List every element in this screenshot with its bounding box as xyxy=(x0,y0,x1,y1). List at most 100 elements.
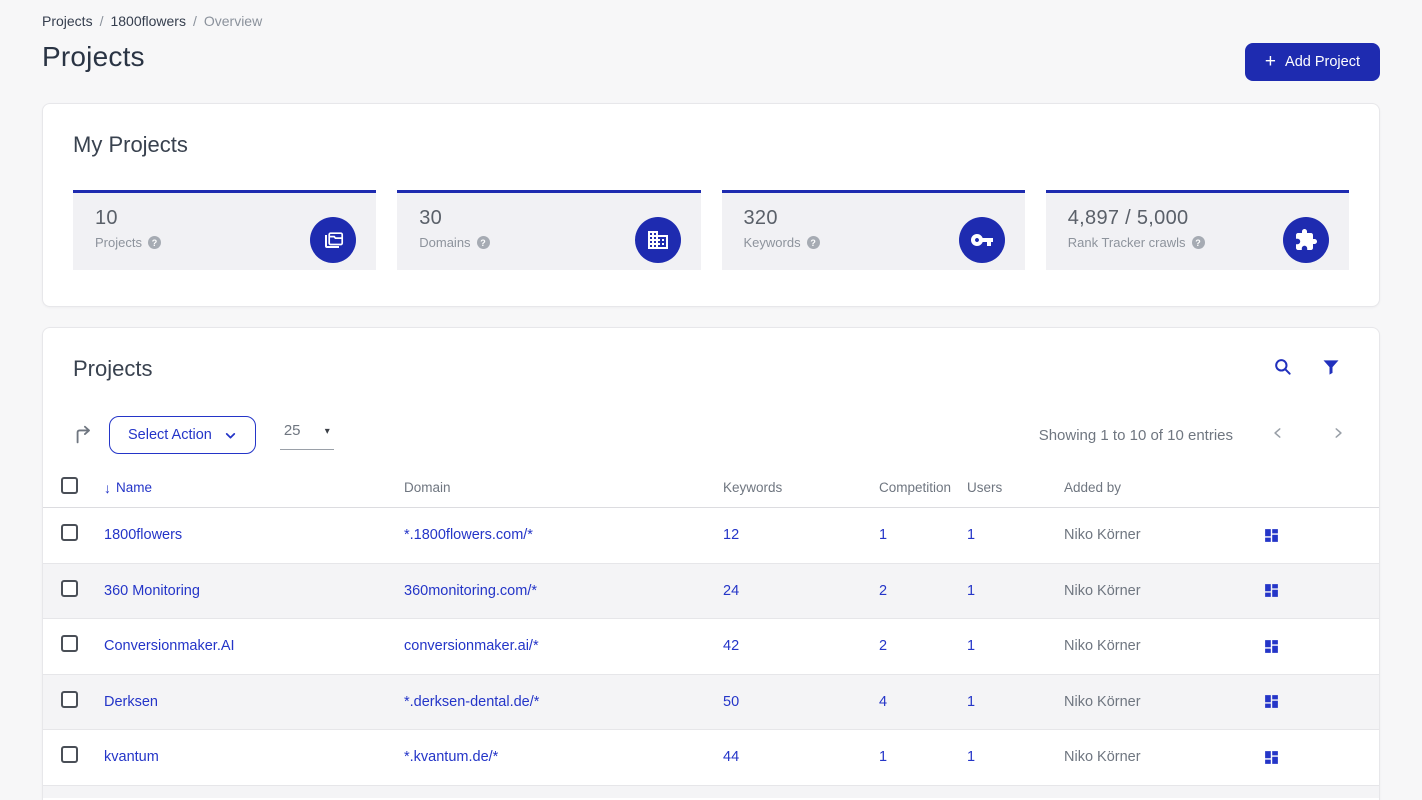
column-header-name[interactable]: ↓ Name xyxy=(104,480,404,496)
project-domain-link[interactable]: *.derksen-dental.de/* xyxy=(404,694,539,710)
stat-label: Keywords xyxy=(743,235,801,250)
table-row: Derksen *.derksen-dental.de/* 50 4 1 Nik… xyxy=(43,674,1379,730)
added-by: Niko Körner xyxy=(1064,582,1141,599)
dashboard-icon[interactable] xyxy=(1263,527,1379,544)
stat-card-keywords: 320 Keywords ? xyxy=(721,190,1025,270)
row-checkbox[interactable] xyxy=(61,746,78,764)
added-by: Niko Körner xyxy=(1064,749,1141,766)
dashboard-icon[interactable] xyxy=(1263,749,1379,766)
plus-icon: + xyxy=(1264,50,1277,72)
keywords-count: 44 xyxy=(723,749,740,766)
table-row: 360 Monitoring 360monitoring.com/* 24 2 … xyxy=(43,563,1379,619)
stat-card-projects: 10 Projects ? xyxy=(73,190,377,270)
project-domain-link[interactable]: 360monitoring.com/* xyxy=(404,583,537,599)
users-count: 1 xyxy=(967,693,976,710)
keywords-count: 24 xyxy=(723,582,740,599)
table-row: Conversionmaker.AI conversionmaker.ai/* … xyxy=(43,619,1379,675)
select-action-label: Select Action xyxy=(128,427,212,443)
table-toolbar: Select Action 25 ▾ Showing 1 to 10 of 10… xyxy=(73,416,1349,454)
competition-count: 4 xyxy=(879,693,888,710)
project-domain-link[interactable]: *.kvantum.de/* xyxy=(404,749,498,765)
page-size-select[interactable]: 25 ▾ xyxy=(279,420,334,450)
row-checkbox[interactable] xyxy=(61,524,78,542)
stat-value: 320 xyxy=(743,207,778,229)
table-header-row: ↓ Name Domain Keywords Competition Users… xyxy=(43,468,1379,508)
select-action-dropdown[interactable]: Select Action xyxy=(109,416,256,454)
row-checkbox[interactable] xyxy=(61,690,78,708)
projects-table-title: Projects xyxy=(73,356,153,381)
project-domain-link[interactable]: *.1800flowers.com/* xyxy=(404,527,533,543)
breadcrumb-separator: / xyxy=(192,13,197,29)
project-name-link[interactable]: Derksen xyxy=(104,694,158,710)
project-name-link[interactable]: Conversionmaker.AI xyxy=(104,638,235,654)
column-header-keywords[interactable]: Keywords xyxy=(723,480,879,495)
row-checkbox[interactable] xyxy=(61,579,78,597)
project-name-link[interactable]: kvantum xyxy=(104,749,159,765)
column-header-domain[interactable]: Domain xyxy=(404,480,723,495)
stat-card-domains: 30 Domains ? xyxy=(397,190,701,270)
dropdown-caret-icon: ▾ xyxy=(324,426,330,437)
added-by: Niko Körner xyxy=(1064,527,1141,544)
keywords-count: 50 xyxy=(723,693,740,710)
projects-folders-icon xyxy=(310,217,357,263)
column-header-users[interactable]: Users xyxy=(967,480,1064,495)
puzzle-icon xyxy=(1283,217,1329,263)
page-title: Projects xyxy=(42,41,145,72)
breadcrumb-1800flowers[interactable]: 1800flowers xyxy=(110,13,186,29)
project-domain-link[interactable]: conversionmaker.ai/* xyxy=(404,638,539,654)
breadcrumb-separator: / xyxy=(99,13,104,29)
dashboard-icon[interactable] xyxy=(1263,582,1379,599)
stat-label: Projects xyxy=(95,235,142,250)
stat-value: 4,897 / 5,000 xyxy=(1067,207,1189,229)
breadcrumb: Projects / 1800flowers / Overview xyxy=(42,13,1380,29)
select-all-checkbox[interactable] xyxy=(61,476,78,494)
page-size-value: 25 xyxy=(283,422,301,439)
keywords-count: 42 xyxy=(723,638,740,655)
my-projects-panel: My Projects 10 Projects ? 30 Domains ? 3… xyxy=(42,103,1380,307)
key-icon xyxy=(958,217,1005,263)
stat-card-crawls: 4,897 / 5,000 Rank Tracker crawls ? xyxy=(1045,190,1349,270)
help-icon[interactable]: ? xyxy=(147,236,161,249)
users-count: 1 xyxy=(967,582,976,599)
help-icon[interactable]: ? xyxy=(1191,236,1205,249)
users-count: 1 xyxy=(967,749,976,766)
users-count: 1 xyxy=(967,638,976,655)
competition-count: 1 xyxy=(879,749,888,766)
users-count: 1 xyxy=(967,527,976,544)
column-header-added-by[interactable]: Added by xyxy=(1064,480,1263,495)
projects-table: ↓ Name Domain Keywords Competition Users… xyxy=(43,468,1379,798)
stats-row: 10 Projects ? 30 Domains ? 320 Keywords … xyxy=(73,190,1349,270)
keywords-count: 12 xyxy=(723,527,740,544)
competition-count: 1 xyxy=(879,527,888,544)
breadcrumb-overview: Overview xyxy=(203,13,263,29)
table-row: kvantum *.kvantum.de/* 44 1 1 Niko Körne… xyxy=(43,730,1379,786)
page-header: Projects + Add Project xyxy=(42,41,1380,81)
dashboard-icon[interactable] xyxy=(1263,693,1379,710)
building-icon xyxy=(634,217,681,263)
added-by: Niko Körner xyxy=(1064,693,1141,710)
stat-value: 10 xyxy=(95,207,118,229)
added-by: Niko Körner xyxy=(1064,638,1141,655)
add-project-label: Add Project xyxy=(1285,54,1360,70)
my-projects-title: My Projects xyxy=(73,132,188,157)
chevron-right-icon[interactable] xyxy=(1331,426,1345,445)
export-arrow-icon[interactable] xyxy=(73,424,95,446)
help-icon[interactable]: ? xyxy=(476,236,490,249)
table-row: 1800flowers *.1800flowers.com/* 12 1 1 N… xyxy=(43,508,1379,564)
project-name-link[interactable]: 360 Monitoring xyxy=(104,583,200,599)
competition-count: 2 xyxy=(879,582,888,599)
column-header-competition[interactable]: Competition xyxy=(879,480,967,495)
stat-label: Rank Tracker crawls xyxy=(1067,235,1186,250)
breadcrumb-projects[interactable]: Projects xyxy=(42,13,93,29)
filter-icon[interactable] xyxy=(1321,357,1341,382)
chevron-left-icon[interactable] xyxy=(1271,426,1285,445)
project-name-link[interactable]: 1800flowers xyxy=(104,527,182,543)
search-icon[interactable] xyxy=(1273,357,1293,382)
stat-value: 30 xyxy=(419,207,443,229)
add-project-button[interactable]: + Add Project xyxy=(1244,43,1380,81)
row-checkbox[interactable] xyxy=(61,635,78,653)
help-icon[interactable]: ? xyxy=(806,236,820,249)
competition-count: 2 xyxy=(879,638,888,655)
dashboard-icon[interactable] xyxy=(1263,638,1379,655)
chevron-down-icon xyxy=(225,432,235,439)
